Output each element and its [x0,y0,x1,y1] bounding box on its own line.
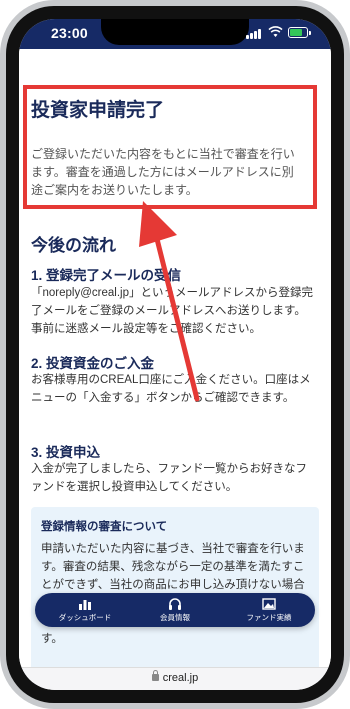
battery-tip [309,31,311,35]
image-icon [262,597,276,610]
nav-label-dashboard: ダッシュボード [58,612,112,622]
page-title: 投資家申請完了 [31,100,165,121]
step-3-title: 3. 投資申込 [31,445,101,460]
url-text: creal.jp [162,672,199,684]
status-bar: 23:00 [19,19,331,49]
nav-label-member-info: 会員情報 [160,612,190,622]
lock-icon [151,670,159,681]
review-notice: 登録情報の審査について 申請いただいた内容に基づき、当社で審査を行います。審査の… [31,507,319,677]
battery-icon [288,27,308,38]
browser-url-bar[interactable]: creal.jp [19,667,331,690]
signal-icon [246,29,261,39]
nav-label-fund-results: ファンド実績 [246,612,292,622]
flow-title: 今後の流れ [31,236,116,255]
wifi-icon [268,26,283,37]
step-2-title: 2. 投資資金のご入金 [31,356,155,371]
step-1-text: 「noreply@creal.jp」というメールアドレスから登録完了メールをご登… [31,287,313,335]
notice-title: 登録情報の審査について [41,521,168,533]
headset-icon [169,597,181,610]
screen: 23:00 投資家申請完了 ご登録いただいた内容をもとに当社で審査を行います。審… [19,19,331,690]
camera-notch [101,19,249,45]
step-3-text: 入金が完了しましたら、ファンド一覧からお好きなファンドを選択し投資申込してくださ… [31,463,307,493]
page-content: 投資家申請完了 ご登録いただいた内容をもとに当社で審査を行います。審査を通過した… [19,49,331,677]
status-time: 23:00 [51,25,88,41]
bottom-nav: ダッシュボード 会員情報 ファンド実績 [35,593,315,627]
nav-item-dashboard[interactable]: ダッシュボード [45,593,125,627]
step-1-title: 1. 登録完了メールの受信 [31,268,182,283]
intro-text: ご登録いただいた内容をもとに当社で審査を行います。審査を通過した方にはメールアド… [31,147,295,197]
bar-chart-icon [79,599,91,610]
nav-item-member-info[interactable]: 会員情報 [139,593,211,627]
nav-item-fund-results[interactable]: ファンド実績 [229,593,309,627]
step-2-text: お客様専用のCREAL口座にご入金ください。口座はメニューの「入金する」ボタンか… [31,374,311,404]
url-display: creal.jp [19,670,331,684]
